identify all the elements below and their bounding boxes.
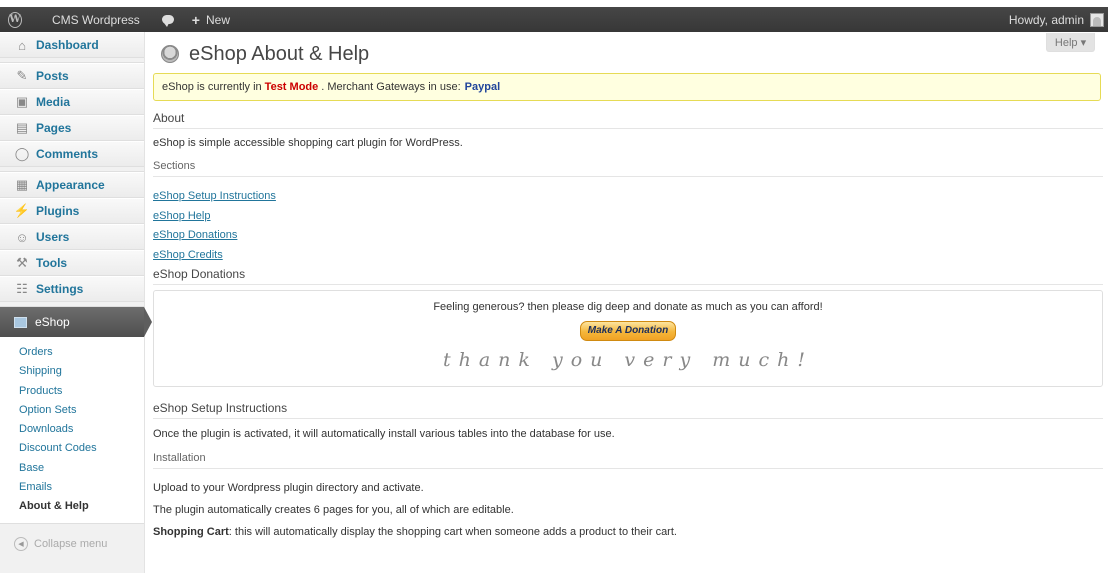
plugin-icon: ⚡: [13, 203, 31, 218]
media-icon: ▣: [15, 94, 29, 109]
users-icon: ☺: [15, 229, 29, 245]
sidebar-item-label: Settings: [36, 282, 84, 296]
gateway-label: Paypal: [464, 81, 501, 93]
admin-bar: W CMS Wordpress + New Howdy, admin: [0, 7, 1108, 32]
sidebar-item-plugins[interactable]: ⚡ Plugins: [0, 198, 144, 224]
sidebar-item-label: Appearance: [36, 178, 105, 192]
sidebar-item-label: Comments: [36, 147, 99, 161]
sidebar-item-label: Posts: [36, 69, 69, 83]
submenu-shipping[interactable]: Shipping: [0, 362, 144, 381]
settings-icon: ☷: [16, 281, 28, 296]
sidebar-item-label: Dashboard: [36, 38, 99, 52]
new-content-button[interactable]: + New: [184, 7, 238, 32]
link-help[interactable]: eShop Help: [153, 207, 1103, 227]
install-step-1: Upload to your Wordpress plugin director…: [153, 482, 424, 494]
sidebar-item-dashboard[interactable]: ⌂ Dashboard: [0, 32, 144, 58]
sidebar-item-label: Users: [36, 230, 70, 244]
sidebar-item-comments[interactable]: ◯ Comments: [0, 141, 144, 167]
collapse-arrow-icon: ◀: [14, 536, 28, 551]
sidebar-item-appearance[interactable]: ▦ Appearance: [0, 172, 144, 198]
sidebar-item-label: Tools: [36, 256, 68, 270]
tools-icon: ⚒: [16, 255, 28, 270]
link-setup-instructions[interactable]: eShop Setup Instructions: [153, 187, 1103, 207]
page-header: eShop About & Help: [153, 32, 1103, 70]
donations-heading: eShop Donations: [153, 265, 1103, 285]
shopping-cart-text: : this will automatically display the sh…: [228, 526, 677, 538]
notice-middle: . Merchant Gateways in use:: [321, 81, 461, 93]
submenu-emails[interactable]: Emails: [0, 478, 144, 497]
sidebar-item-eshop[interactable]: eShop: [0, 307, 152, 337]
shopping-cart-label: Shopping Cart: [153, 526, 229, 538]
sidebar-item-label: Media: [36, 95, 71, 109]
comment-bubble-icon: [161, 15, 174, 27]
install-step-2: The plugin automatically creates 6 pages…: [153, 504, 514, 516]
donation-box: Feeling generous? then please dig deep a…: [153, 290, 1103, 387]
install-step-3: Shopping Cart: this will automatically d…: [153, 526, 1103, 538]
submenu-products[interactable]: Products: [0, 382, 144, 401]
eshop-globe-icon: [161, 45, 179, 63]
howdy-label: Howdy, admin: [1008, 12, 1084, 27]
main-content: Help ▾ eShop About & Help eShop is curre…: [153, 32, 1103, 538]
pin-icon: ✎: [16, 68, 28, 83]
plus-icon: +: [191, 11, 200, 28]
sidebar-item-tools[interactable]: ⚒ Tools: [0, 250, 144, 276]
submenu-option-sets[interactable]: Option Sets: [0, 401, 144, 420]
page-title: eShop About & Help: [189, 42, 370, 65]
eshop-icon: [14, 316, 27, 328]
pages-icon: ▤: [15, 120, 29, 135]
about-text: eShop is simple accessible shopping cart…: [153, 137, 463, 149]
sidebar-item-label: eShop: [35, 315, 70, 329]
wordpress-logo-icon: W: [8, 11, 22, 28]
link-donations[interactable]: eShop Donations: [153, 226, 1103, 246]
submenu-orders[interactable]: Orders: [0, 343, 144, 362]
donate-text: Feeling generous? then please dig deep a…: [433, 301, 823, 313]
admin-sidebar: ⌂ Dashboard ✎ Posts ▣ Media ▤ Pages ◯ Co…: [0, 32, 152, 573]
new-label: New: [205, 12, 230, 27]
collapse-label: Collapse menu: [34, 537, 108, 550]
comments-button[interactable]: [152, 7, 184, 32]
account-menu[interactable]: Howdy, admin: [1001, 7, 1108, 32]
submenu-downloads[interactable]: Downloads: [0, 420, 144, 439]
setup-heading: eShop Setup Instructions: [153, 399, 1103, 419]
sidebar-item-pages[interactable]: ▤ Pages: [0, 115, 144, 141]
sidebar-item-posts[interactable]: ✎ Posts: [0, 63, 144, 89]
section-links: eShop Setup Instructions eShop Help eSho…: [153, 187, 1103, 265]
wordpress-logo-button[interactable]: W: [0, 7, 30, 32]
make-donation-button[interactable]: Make A Donation: [580, 321, 676, 341]
appearance-icon: ▦: [15, 177, 29, 192]
sidebar-item-settings[interactable]: ☷ Settings: [0, 276, 144, 302]
eshop-submenu: Orders Shipping Products Option Sets Dow…: [0, 337, 144, 524]
sidebar-item-label: Plugins: [36, 204, 80, 218]
comment-icon: ◯: [14, 146, 30, 161]
sections-heading: Sections: [153, 157, 1103, 177]
link-credits[interactable]: eShop Credits: [153, 246, 1103, 266]
notice-prefix: eShop is currently in: [162, 81, 262, 93]
test-mode-notice: eShop is currently in Test Mode . Mercha…: [153, 73, 1101, 101]
site-name-link[interactable]: CMS Wordpress: [30, 7, 152, 32]
sidebar-item-users[interactable]: ☺ Users: [0, 224, 144, 250]
installation-heading: Installation: [153, 449, 1103, 469]
test-mode-label: Test Mode: [264, 81, 319, 93]
submenu-about-help[interactable]: About & Help: [0, 497, 144, 516]
sidebar-item-label: Pages: [36, 121, 72, 135]
home-icon: ⌂: [18, 37, 26, 53]
help-tab-button[interactable]: Help ▾: [1046, 33, 1095, 52]
collapse-menu-button[interactable]: ◀ Collapse menu: [0, 530, 144, 558]
setup-text: Once the plugin is activated, it will au…: [153, 428, 615, 440]
avatar: [1090, 12, 1104, 27]
submenu-discount-codes[interactable]: Discount Codes: [0, 439, 144, 458]
thank-you-text: thank you very much!: [442, 349, 814, 371]
about-heading: About: [153, 109, 1103, 129]
submenu-base[interactable]: Base: [0, 459, 144, 478]
sidebar-item-media[interactable]: ▣ Media: [0, 89, 144, 115]
